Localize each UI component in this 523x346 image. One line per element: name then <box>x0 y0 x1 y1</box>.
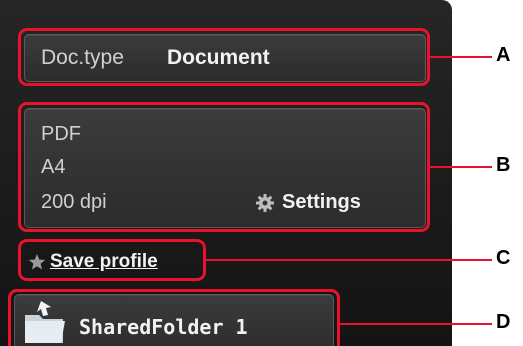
callout-line-b <box>430 166 492 168</box>
callout-box-c <box>18 239 206 281</box>
callout-line-a <box>430 56 492 58</box>
printer-touchscreen: Doc.type Document PDF A4 200 dpi Setting… <box>0 0 452 346</box>
callout-label-c: C <box>496 247 511 269</box>
callout-box-b <box>18 102 430 232</box>
callout-label-b: B <box>496 154 511 176</box>
callout-box-d <box>8 289 340 346</box>
callout-line-c <box>206 259 492 261</box>
callout-label-a: A <box>496 44 511 66</box>
callout-box-a <box>18 28 430 86</box>
callout-label-d: D <box>496 311 511 333</box>
callout-line-d <box>340 323 492 325</box>
